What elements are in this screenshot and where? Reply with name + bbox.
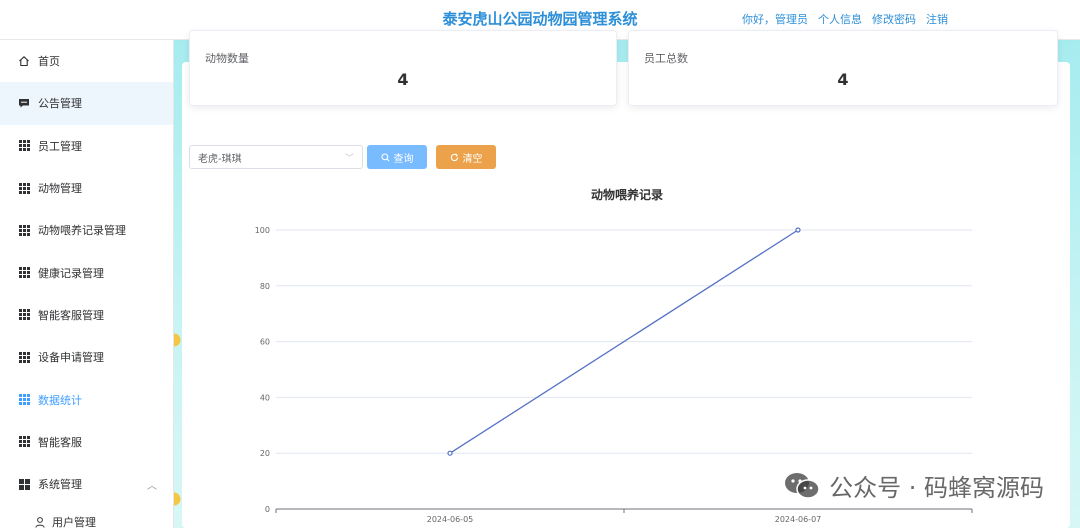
sidebar-item-equipment-requests[interactable]: 设备申请管理 <box>0 336 173 378</box>
grid-icon <box>18 394 30 406</box>
greeting-text: 你好，管理员 <box>742 13 808 26</box>
sidebar-item-chatbot[interactable]: 智能客服 <box>0 421 173 463</box>
animal-count-label: 动物数量 <box>205 52 249 65</box>
sidebar-item-health-records[interactable]: 健康记录管理 <box>0 251 173 293</box>
sidebar-item-label: 智能客服管理 <box>38 308 104 322</box>
sidebar-item-label: 员工管理 <box>38 139 82 153</box>
chart-title: 动物喂养记录 <box>590 188 663 202</box>
background-decoration <box>174 470 182 528</box>
content-panel <box>182 62 1070 528</box>
grid-icon <box>18 267 30 279</box>
clear-button-label: 清空 <box>462 153 483 165</box>
search-icon <box>380 152 389 161</box>
sidebar-item-label: 智能客服 <box>38 435 82 449</box>
sidebar-item-staff[interactable]: 员工管理 <box>0 125 173 167</box>
sidebar-item-announcements[interactable]: 公告管理 <box>0 82 173 125</box>
staff-total-card: 员工总数 4 <box>628 30 1058 106</box>
grid-icon <box>18 351 30 363</box>
sidebar-item-label: 设备申请管理 <box>38 351 104 365</box>
sidebar: 首页 公告管理 员工管理 动物管理 动物喂养记录管理 健康记录管理 智能客服管理… <box>0 40 174 528</box>
profile-link[interactable]: 个人信息 <box>818 11 862 27</box>
grid-icon <box>18 309 30 321</box>
main-content <box>174 40 1080 528</box>
sidebar-item-label: 动物喂养记录管理 <box>38 224 126 238</box>
chevron-up-icon[interactable]: ︿ <box>147 477 157 492</box>
clear-button[interactable]: 清空 <box>436 145 496 169</box>
search-button[interactable]: 查询 <box>367 145 427 169</box>
refresh-icon <box>450 153 458 161</box>
grid-icon <box>18 224 30 236</box>
animal-select-value: 老虎-琪琪 <box>198 153 242 165</box>
sidebar-item-label: 动物管理 <box>38 182 82 196</box>
staff-total-value: 4 <box>837 70 849 89</box>
grid-icon <box>18 140 30 152</box>
animal-count-card: 动物数量 4 <box>189 30 617 106</box>
sidebar-item-chatbot-admin[interactable]: 智能客服管理 <box>0 294 173 336</box>
change-password-link[interactable]: 修改密码 <box>872 11 916 27</box>
home-icon <box>18 55 30 67</box>
background-decoration <box>174 300 182 380</box>
sidebar-item-label: 健康记录管理 <box>38 266 104 280</box>
sidebar-item-label: 系统管理 <box>38 478 82 492</box>
sidebar-item-label: 首页 <box>38 55 60 69</box>
header-user-menu: 你好，管理员 个人信息 修改密码 注销 <box>742 11 948 27</box>
sidebar-item-system[interactable]: 系统管理 ︿ <box>0 463 173 505</box>
sidebar-item-label: 用户管理 <box>52 516 96 528</box>
sidebar-item-home[interactable]: 首页 <box>0 40 173 82</box>
chevron-down-icon: ﹀ <box>344 154 354 164</box>
animal-count-value: 4 <box>397 70 409 89</box>
sidebar-item-statistics[interactable]: 数据统计 <box>0 378 173 420</box>
sidebar-item-label: 公告管理 <box>38 97 82 111</box>
comment-icon <box>18 97 30 109</box>
animal-select[interactable]: 老虎-琪琪 ﹀ <box>189 145 363 169</box>
sidebar-item-feeding-records[interactable]: 动物喂养记录管理 <box>0 209 173 251</box>
grid-icon <box>18 436 30 448</box>
sidebar-item-animals[interactable]: 动物管理 <box>0 167 173 209</box>
sidebar-item-label: 数据统计 <box>38 393 82 407</box>
search-button-label: 查询 <box>393 153 414 165</box>
staff-total-label: 员工总数 <box>644 52 688 65</box>
grid4-icon <box>18 478 30 490</box>
sidebar-subitem-users[interactable]: 用户管理 <box>0 505 173 528</box>
grid-icon <box>18 182 30 194</box>
logout-link[interactable]: 注销 <box>926 11 948 27</box>
user-icon <box>34 516 46 528</box>
